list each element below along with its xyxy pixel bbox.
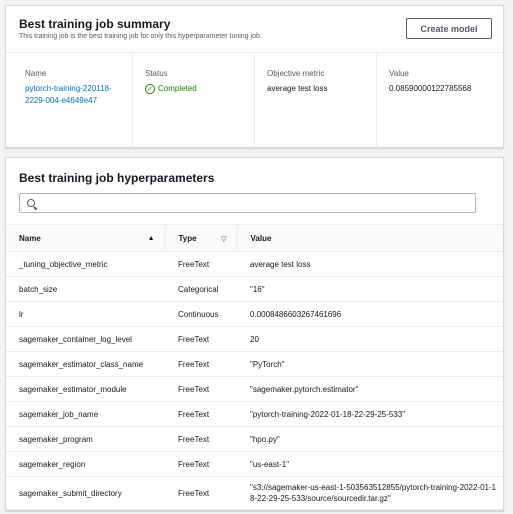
summary-title: Best training job summary [19, 17, 171, 31]
hyperparameter-type: FreeText [165, 376, 237, 402]
search-icon [27, 199, 35, 207]
table-row: _tuning_objective_metric FreeText averag… [6, 251, 503, 277]
hyperparameter-value: 0.0008486603267461696 [237, 301, 503, 327]
objective-metric-value: average test loss [267, 84, 328, 93]
hyperparameter-name: lr [6, 301, 165, 327]
hyperparameter-name: sagemaker_region [6, 451, 165, 477]
hyperparameter-type: FreeText [165, 401, 237, 427]
best-training-job-hyperparameters-panel: Best training job hyperparameters Name ▲… [5, 157, 504, 511]
hyperparameter-name: _tuning_objective_metric [6, 251, 165, 277]
hyperparameter-name: sagemaker_container_log_level [6, 326, 165, 352]
status-value: ✓ Completed [145, 83, 254, 95]
hyperparameter-value: "sagemaker.pytorch.estimator" [237, 376, 503, 402]
value-header-label: Value [250, 233, 272, 243]
hyperparameter-value: average test loss [237, 251, 503, 277]
summary-divider [6, 52, 503, 53]
table-row: sagemaker_submit_directory FreeText "s3:… [6, 476, 503, 510]
hyperparameter-type: Continuous [165, 301, 237, 327]
table-row: sagemaker_program FreeText "hpo.py" [6, 426, 503, 452]
search-input[interactable] [40, 196, 470, 210]
hyperparameter-value: "s3://sagemaker-us-east-1-503563512855/p… [237, 476, 503, 510]
hyperparameter-type: FreeText [165, 351, 237, 377]
name-label: Name [25, 69, 47, 78]
table-row: sagemaker_job_name FreeText "pytorch-tra… [6, 401, 503, 427]
hyperparameter-type: FreeText [165, 476, 237, 510]
value-column-header: Value [236, 224, 503, 252]
hyperparameter-value: "pytorch-training-2022-01-18-22-29-25-53… [237, 401, 503, 427]
value-column: Value 0.08590000122785568 [376, 54, 503, 148]
hyperparameter-value: "hpo.py" [237, 426, 503, 452]
hyperparameter-type: Categorical [165, 276, 237, 302]
name-header-label: Name [19, 233, 41, 243]
hyperparameter-value: "us-east-1" [237, 451, 503, 477]
summary-description: This training job is the best training j… [19, 33, 262, 40]
type-header-label: Type [178, 233, 197, 243]
objective-value: 0.08590000122785568 [389, 84, 472, 93]
hyperparameters-title: Best training job hyperparameters [19, 171, 215, 185]
value-label: Value [389, 69, 409, 78]
hyperparameter-type: FreeText [165, 426, 237, 452]
create-model-button[interactable]: Create model [406, 18, 492, 39]
hyperparameter-type: FreeText [165, 451, 237, 477]
table-row: sagemaker_estimator_class_name FreeText … [6, 351, 503, 377]
objective-metric-label: Objective metric [267, 69, 325, 78]
check-circle-icon: ✓ [145, 84, 155, 94]
best-training-job-summary-panel: Best training job summary This training … [5, 5, 504, 148]
table-row: sagemaker_estimator_module FreeText "sag… [6, 376, 503, 402]
hyperparameter-value: "PyTorch" [237, 351, 503, 377]
training-job-name-link[interactable]: pytorch-training-220118-2229-004-e4649e4… [25, 83, 115, 107]
status-column: Status ✓ Completed [132, 54, 254, 148]
hyperparameter-name: sagemaker_job_name [6, 401, 165, 427]
search-box[interactable] [19, 193, 476, 213]
hyperparameter-name: sagemaker_submit_directory [6, 476, 165, 510]
hyperparameter-name: batch_size [6, 276, 165, 302]
name-column-header[interactable]: Name ▲ [6, 224, 165, 252]
sort-ascending-icon[interactable]: ▲ [148, 235, 155, 242]
table-header-row: Name ▲ Type ▽ Value [6, 224, 503, 252]
hyperparameter-value: "16" [237, 276, 503, 302]
hyperparameter-name: sagemaker_program [6, 426, 165, 452]
hyperparameter-value: 20 [237, 326, 503, 352]
type-column-header[interactable]: Type ▽ [164, 224, 237, 252]
hyperparameters-table: Name ▲ Type ▽ Value _tuning_objective_me… [6, 224, 503, 510]
objective-metric-column: Objective metric average test loss [254, 54, 376, 148]
status-label: Status [145, 69, 168, 78]
hyperparameter-type: FreeText [165, 251, 237, 277]
table-row: batch_size Categorical "16" [6, 276, 503, 302]
hyperparameter-name: sagemaker_estimator_class_name [6, 351, 165, 377]
hyperparameter-name: sagemaker_estimator_module [6, 376, 165, 402]
sort-descending-icon[interactable]: ▽ [221, 235, 226, 243]
status-text: Completed [158, 84, 197, 93]
table-row: sagemaker_region FreeText "us-east-1" [6, 451, 503, 477]
name-column: Name pytorch-training-220118-2229-004-e4… [13, 54, 132, 148]
hyperparameter-type: FreeText [165, 326, 237, 352]
table-row: lr Continuous 0.0008486603267461696 [6, 301, 503, 327]
table-row: sagemaker_container_log_level FreeText 2… [6, 326, 503, 352]
